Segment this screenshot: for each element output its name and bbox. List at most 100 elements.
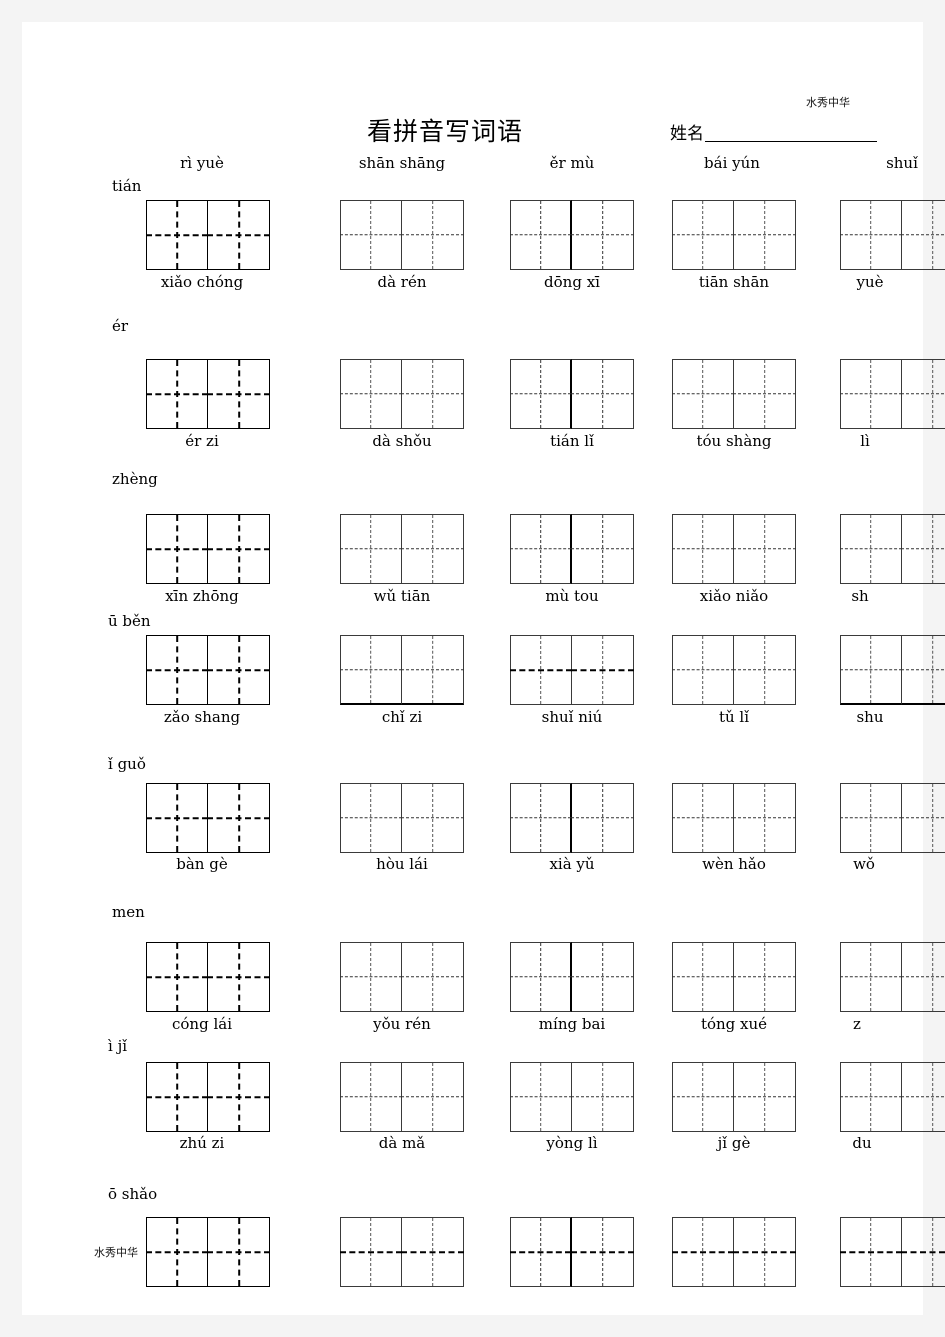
grid-cell[interactable]	[146, 1217, 208, 1287]
grid-cell[interactable]	[146, 942, 208, 1012]
grid-cell[interactable]	[572, 942, 634, 1012]
grid-cell[interactable]	[340, 635, 402, 705]
grid-cell[interactable]	[340, 359, 402, 429]
grid-cell[interactable]	[510, 635, 572, 705]
name-input-rule[interactable]	[705, 141, 877, 142]
writing-grid-r3c1[interactable]	[146, 514, 270, 584]
writing-grid-r8c5[interactable]	[840, 1217, 945, 1287]
grid-cell[interactable]	[208, 359, 270, 429]
grid-cell[interactable]	[208, 514, 270, 584]
writing-grid-r5c3[interactable]	[510, 783, 634, 853]
grid-cell[interactable]	[840, 942, 902, 1012]
grid-cell[interactable]	[734, 359, 796, 429]
grid-cell[interactable]	[340, 514, 402, 584]
grid-cell[interactable]	[208, 942, 270, 1012]
grid-cell[interactable]	[672, 783, 734, 853]
writing-grid-r6c2[interactable]	[340, 942, 464, 1012]
writing-grid-r7c1[interactable]	[146, 1062, 270, 1132]
writing-grid-r4c3[interactable]	[510, 635, 634, 705]
grid-cell[interactable]	[340, 200, 402, 270]
grid-cell[interactable]	[902, 783, 945, 853]
grid-cell[interactable]	[208, 635, 270, 705]
grid-cell[interactable]	[734, 1062, 796, 1132]
writing-grid-r4c1[interactable]	[146, 635, 270, 705]
grid-cell[interactable]	[146, 514, 208, 584]
grid-cell[interactable]	[902, 942, 945, 1012]
grid-cell[interactable]	[208, 1062, 270, 1132]
grid-cell[interactable]	[572, 783, 634, 853]
writing-grid-r1c3[interactable]	[510, 200, 634, 270]
grid-cell[interactable]	[340, 1062, 402, 1132]
grid-cell[interactable]	[902, 514, 945, 584]
grid-cell[interactable]	[840, 1062, 902, 1132]
writing-grid-r5c4[interactable]	[672, 783, 796, 853]
grid-cell[interactable]	[902, 200, 945, 270]
writing-grid-r1c2[interactable]	[340, 200, 464, 270]
writing-grid-r8c1[interactable]	[146, 1217, 270, 1287]
writing-grid-r7c4[interactable]	[672, 1062, 796, 1132]
grid-cell[interactable]	[840, 783, 902, 853]
grid-cell[interactable]	[510, 514, 572, 584]
writing-grid-r1c5[interactable]	[840, 200, 945, 270]
writing-grid-r5c2[interactable]	[340, 783, 464, 853]
grid-cell[interactable]	[840, 200, 902, 270]
grid-cell[interactable]	[672, 942, 734, 1012]
grid-cell[interactable]	[572, 359, 634, 429]
grid-cell[interactable]	[402, 783, 464, 853]
grid-cell[interactable]	[734, 942, 796, 1012]
grid-cell[interactable]	[340, 942, 402, 1012]
grid-cell[interactable]	[208, 200, 270, 270]
writing-grid-r6c1[interactable]	[146, 942, 270, 1012]
writing-grid-r4c2[interactable]	[340, 635, 464, 705]
writing-grid-r3c5[interactable]	[840, 514, 945, 584]
grid-cell[interactable]	[402, 200, 464, 270]
grid-cell[interactable]	[572, 1217, 634, 1287]
grid-cell[interactable]	[146, 359, 208, 429]
grid-cell[interactable]	[672, 514, 734, 584]
grid-cell[interactable]	[734, 635, 796, 705]
grid-cell[interactable]	[510, 359, 572, 429]
grid-cell[interactable]	[402, 1062, 464, 1132]
writing-grid-r8c3[interactable]	[510, 1217, 634, 1287]
grid-cell[interactable]	[402, 359, 464, 429]
grid-cell[interactable]	[146, 635, 208, 705]
grid-cell[interactable]	[734, 1217, 796, 1287]
grid-cell[interactable]	[902, 1062, 945, 1132]
grid-cell[interactable]	[402, 942, 464, 1012]
grid-cell[interactable]	[672, 359, 734, 429]
grid-cell[interactable]	[146, 200, 208, 270]
writing-grid-r2c2[interactable]	[340, 359, 464, 429]
writing-grid-r3c4[interactable]	[672, 514, 796, 584]
writing-grid-r1c4[interactable]	[672, 200, 796, 270]
grid-cell[interactable]	[510, 783, 572, 853]
grid-cell[interactable]	[840, 514, 902, 584]
grid-cell[interactable]	[402, 514, 464, 584]
grid-cell[interactable]	[340, 783, 402, 853]
writing-grid-r3c3[interactable]	[510, 514, 634, 584]
grid-cell[interactable]	[672, 1062, 734, 1132]
grid-cell[interactable]	[734, 514, 796, 584]
grid-cell[interactable]	[840, 635, 902, 705]
writing-grid-r7c2[interactable]	[340, 1062, 464, 1132]
writing-grid-r7c5[interactable]	[840, 1062, 945, 1132]
grid-cell[interactable]	[402, 635, 464, 705]
writing-grid-r7c3[interactable]	[510, 1062, 634, 1132]
writing-grid-r2c5[interactable]	[840, 359, 945, 429]
grid-cell[interactable]	[510, 1217, 572, 1287]
grid-cell[interactable]	[902, 359, 945, 429]
grid-cell[interactable]	[510, 942, 572, 1012]
grid-cell[interactable]	[402, 1217, 464, 1287]
writing-grid-r5c5[interactable]	[840, 783, 945, 853]
grid-cell[interactable]	[146, 1062, 208, 1132]
writing-grid-r4c4[interactable]	[672, 635, 796, 705]
grid-cell[interactable]	[146, 783, 208, 853]
grid-cell[interactable]	[572, 514, 634, 584]
grid-cell[interactable]	[208, 783, 270, 853]
grid-cell[interactable]	[672, 635, 734, 705]
grid-cell[interactable]	[672, 200, 734, 270]
grid-cell[interactable]	[840, 1217, 902, 1287]
writing-grid-r2c1[interactable]	[146, 359, 270, 429]
grid-cell[interactable]	[510, 200, 572, 270]
writing-grid-r6c5[interactable]	[840, 942, 945, 1012]
grid-cell[interactable]	[840, 359, 902, 429]
